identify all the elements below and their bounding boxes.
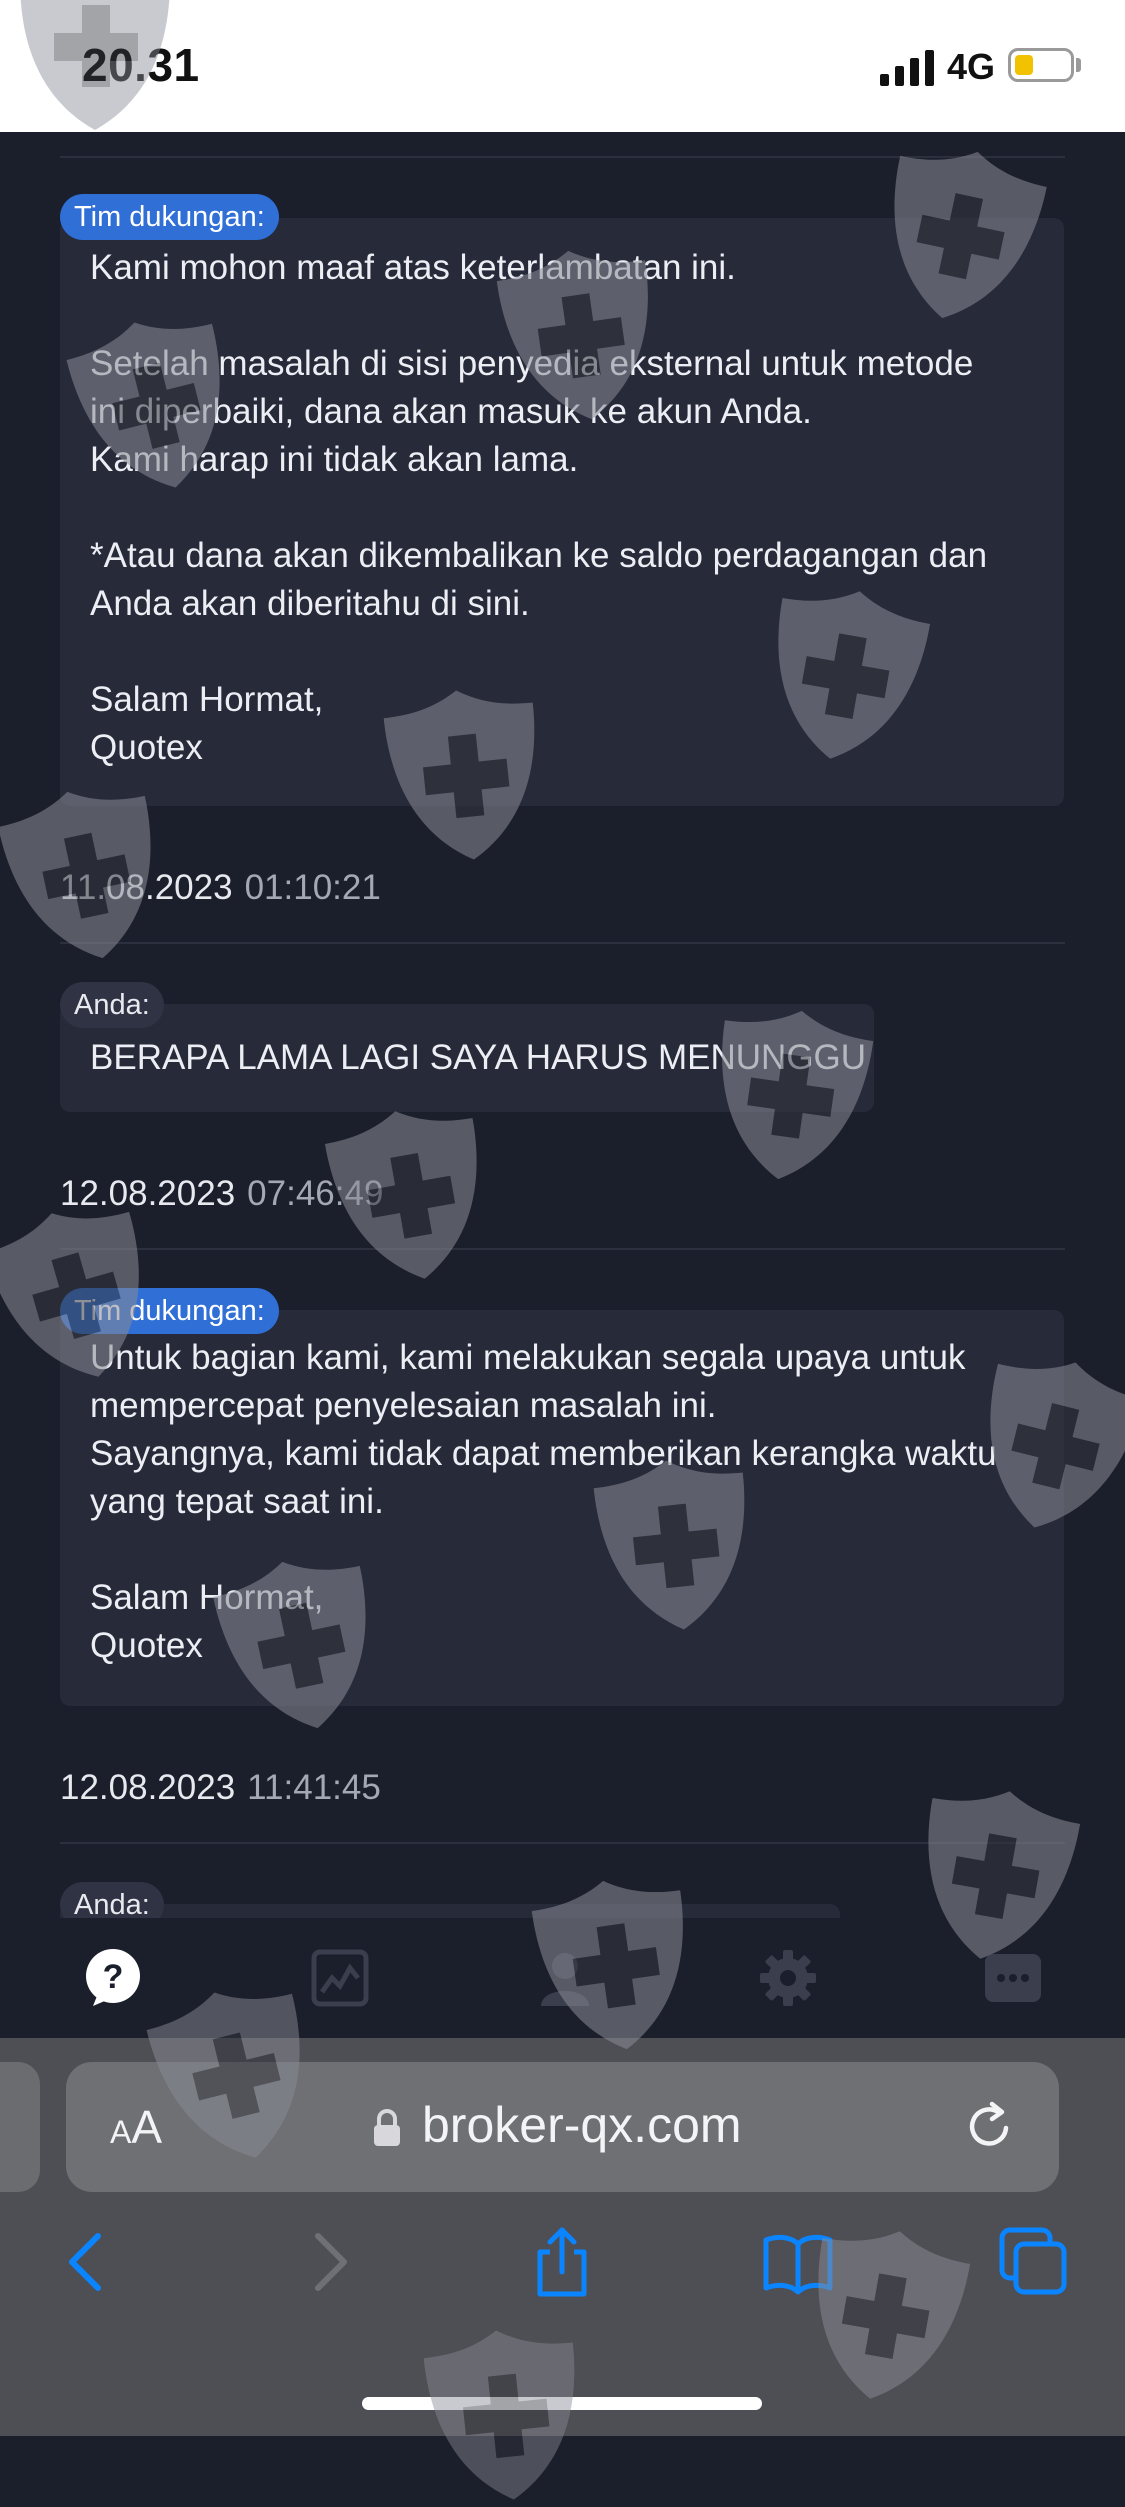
- message-line: *Atau dana akan dikembalikan ke saldo pe…: [90, 536, 988, 575]
- help-icon[interactable]: ?: [83, 1948, 143, 2008]
- back-icon[interactable]: [52, 2226, 124, 2298]
- message-divider: [60, 1842, 1065, 1844]
- browser-chrome: AA broker-qx.com: [0, 2038, 1125, 2436]
- user-message-bubble: BERAPA LAMA LAGI SAYA HARUS MENUNGGU: [60, 1004, 874, 1112]
- timestamp-time: 01:10:21: [244, 868, 381, 907]
- sender-badge-user: Anda:: [60, 982, 164, 1028]
- sender-badge-support: Tim dukungan:: [60, 194, 279, 240]
- message-divider: [60, 1248, 1065, 1250]
- status-time: 20.31: [82, 39, 200, 91]
- bookmarks-icon[interactable]: [762, 2226, 834, 2298]
- timestamp-date: 12.08.2023: [60, 1768, 236, 1807]
- battery-level: [1015, 55, 1033, 75]
- sender-badge-user: Anda:: [60, 1882, 164, 1918]
- sender-badge-support: Tim dukungan:: [60, 1288, 279, 1334]
- message-line: Kami mohon maaf atas keterlambatan ini.: [90, 248, 736, 287]
- profile-icon[interactable]: [535, 1948, 595, 2008]
- chat-thread[interactable]: Kami mohon maaf atas keterlambatan ini. …: [0, 132, 1125, 1918]
- message-line: Sayangnya, kami tidak dapat memberikan k…: [90, 1434, 997, 1473]
- message-line: BERAPA LAMA LAGI SAYA HARUS MENUNGGU: [90, 1038, 867, 1077]
- message-line: Kami harap ini tidak akan lama.: [90, 440, 579, 479]
- svg-text:?: ?: [103, 1958, 124, 1996]
- cellular-signal-icon: [880, 50, 934, 86]
- message-divider: [60, 942, 1065, 944]
- reader-settings-button[interactable]: AA: [110, 2100, 162, 2154]
- message-line: Setelah masalah di sisi penyedia ekstern…: [90, 344, 974, 383]
- message-line: Quotex: [90, 728, 203, 767]
- message-line: Salam Hormat,: [90, 1578, 324, 1617]
- status-bar: 20.31 4G: [0, 0, 1125, 132]
- share-icon[interactable]: [526, 2226, 598, 2298]
- aa-label: A: [131, 2101, 163, 2153]
- message-line: ini diperbaiki, dana akan masuk ke akun …: [90, 392, 812, 431]
- app-tab-bar: ?: [0, 1918, 1125, 2038]
- url-text[interactable]: broker-qx.com: [422, 2096, 742, 2154]
- message-timestamp: 12.08.2023 11:41:45: [60, 1768, 381, 1808]
- forward-icon[interactable]: [292, 2226, 364, 2298]
- home-indicator: [362, 2397, 762, 2410]
- message-timestamp: 12.08.2023 07:46:49: [60, 1174, 383, 1214]
- timestamp-time: 07:46:49: [247, 1174, 384, 1213]
- message-timestamp: 11.08.2023 01:10:21: [60, 868, 381, 908]
- more-icon[interactable]: [983, 1948, 1043, 2008]
- message-line: Quotex: [90, 1626, 203, 1665]
- network-type: 4G: [947, 46, 996, 87]
- battery-icon: [1008, 48, 1074, 82]
- message-line: Salam Hormat,: [90, 680, 324, 719]
- timestamp-date: 11.08.2023: [60, 868, 233, 907]
- message-line: yang tepat saat ini.: [90, 1482, 384, 1521]
- message-line: Untuk bagian kami, kami melakukan segala…: [90, 1338, 966, 1377]
- message-line: Anda akan diberitahu di sini.: [90, 584, 530, 623]
- chart-icon[interactable]: [310, 1948, 370, 2008]
- support-message-bubble: Kami mohon maaf atas keterlambatan ini. …: [60, 218, 1064, 806]
- battery-cap: [1076, 58, 1081, 72]
- reload-icon[interactable]: [962, 2098, 1018, 2154]
- message-line: mempercepat penyelesaian masalah ini.: [90, 1386, 717, 1425]
- support-message-bubble: Untuk bagian kami, kami melakukan segala…: [60, 1310, 1064, 1706]
- gear-icon[interactable]: [758, 1948, 818, 2008]
- previous-tab-preview[interactable]: [0, 2062, 40, 2192]
- lock-icon: [374, 2109, 400, 2146]
- message-divider: [60, 156, 1065, 158]
- tabs-icon[interactable]: [998, 2226, 1070, 2298]
- address-bar[interactable]: AA broker-qx.com: [66, 2062, 1059, 2192]
- timestamp-date: 12.08.2023: [60, 1174, 236, 1213]
- user-message-bubble: [60, 1904, 840, 1918]
- timestamp-time: 11:41:45: [247, 1768, 381, 1807]
